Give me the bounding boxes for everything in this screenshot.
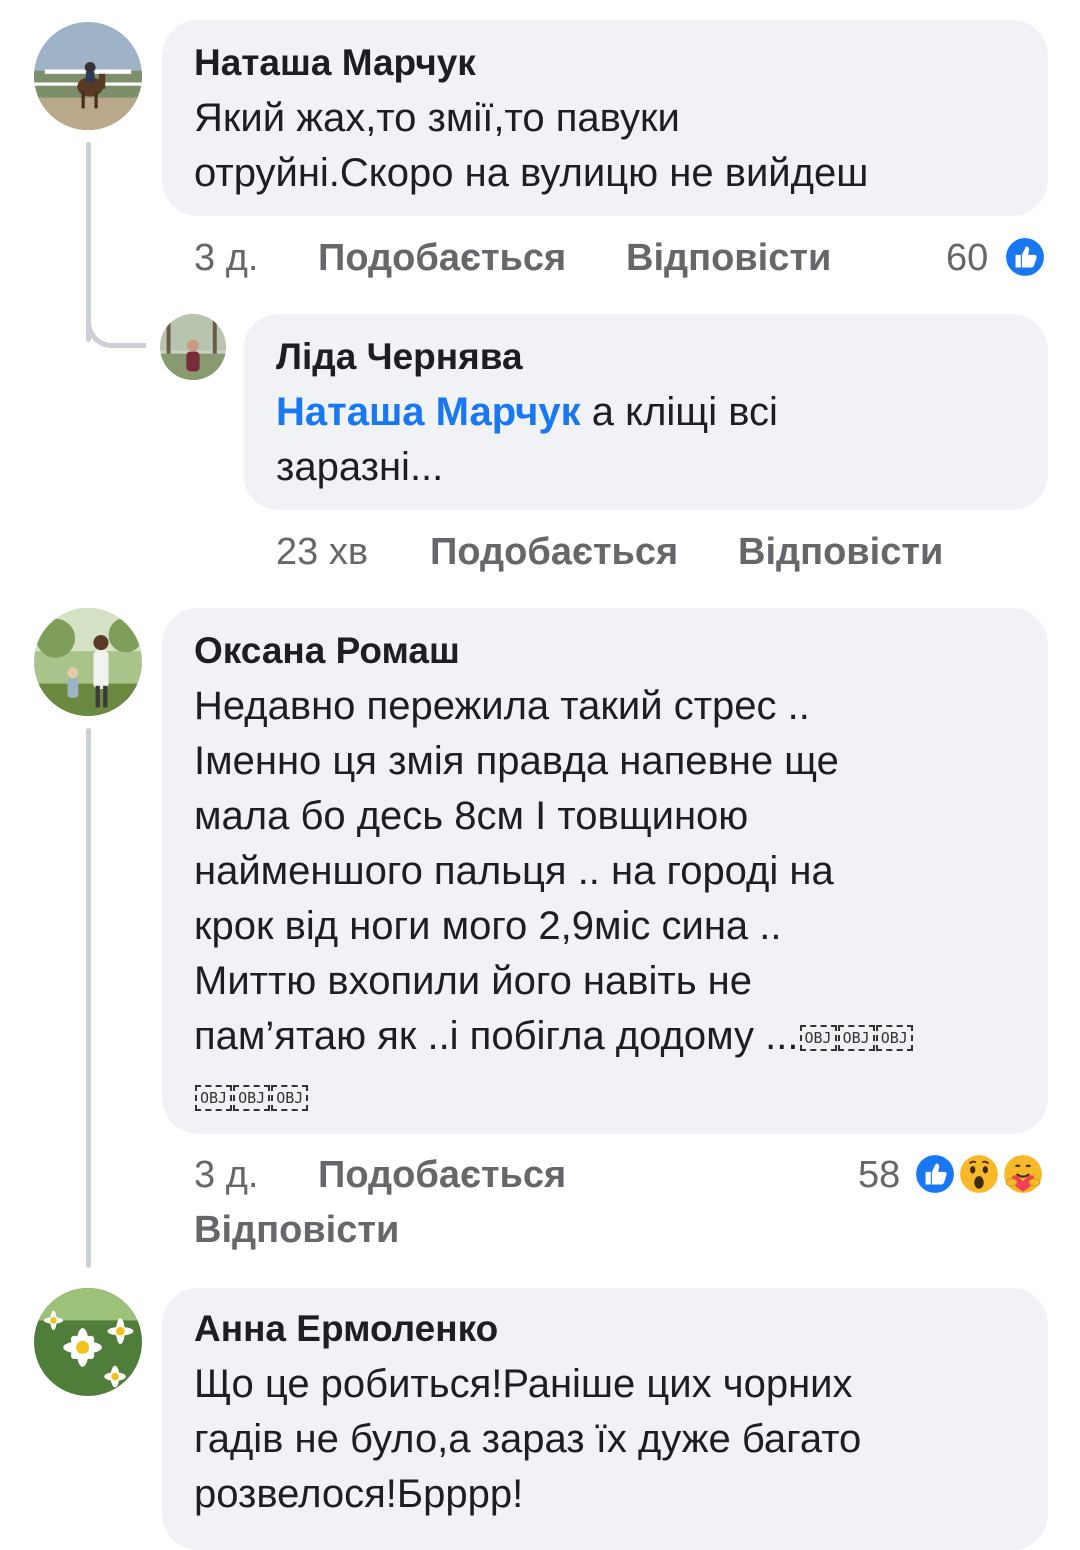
avatar-photo-daisies-icon bbox=[34, 1288, 142, 1396]
reaction-count[interactable]: 58 bbox=[858, 1154, 900, 1197]
like-button[interactable]: Подобається bbox=[318, 237, 566, 280]
comment-text-line: розвелося!Брррр! bbox=[194, 1472, 524, 1516]
avatar[interactable] bbox=[34, 1288, 142, 1396]
reply-button[interactable]: Відповісти bbox=[738, 531, 943, 574]
comment-text-line: Недавно пережила такий стрес .. bbox=[194, 684, 810, 728]
like-button[interactable]: Подобається bbox=[318, 1154, 566, 1197]
reply-button[interactable]: Відповісти bbox=[626, 237, 831, 280]
comment-timestamp[interactable]: 3 д. bbox=[194, 237, 258, 280]
thread-connector-curve bbox=[86, 300, 146, 348]
avatar-photo-person-icon bbox=[160, 314, 226, 380]
like-icon[interactable] bbox=[914, 1153, 956, 1195]
comment-author[interactable]: Оксана Ромаш bbox=[194, 630, 460, 672]
comment-text-line: отруйні.Скоро на вулицю не вийдеш bbox=[194, 151, 869, 195]
avatar[interactable] bbox=[160, 314, 226, 380]
reaction-count[interactable]: 60 bbox=[946, 237, 988, 280]
comment-text-line: гадів не було,а зараз їх дуже багато bbox=[194, 1417, 862, 1461]
avatar[interactable] bbox=[34, 608, 142, 716]
comment-text-line: найменшого пальця .. на городі на bbox=[194, 849, 834, 893]
like-icon[interactable] bbox=[1004, 236, 1046, 278]
comment-text-line: пам’ятаю як ..і побігла додому ... OBJ OBJ… bbox=[194, 1014, 913, 1059]
comment-text-line: крок від ноги мого 2,9міс сина .. bbox=[194, 904, 782, 948]
comment-text-line: заразні... bbox=[276, 445, 444, 489]
comment-timestamp[interactable]: 23 хв bbox=[276, 531, 368, 574]
comment-text-line: мала бо десь 8см І товщиною bbox=[194, 794, 749, 838]
avatar-photo-horse-icon bbox=[34, 22, 142, 130]
like-button[interactable]: Подобається bbox=[430, 531, 678, 574]
unsupported-emoji-glyph: OBJ bbox=[271, 1085, 309, 1112]
comment-text-line: Що це робиться!Раніше цих чорних bbox=[194, 1362, 853, 1406]
comment-text: а кліщі всі bbox=[580, 390, 778, 434]
comment-text-line: Іменно ця змія правда напевне ще bbox=[194, 739, 839, 783]
avatar[interactable] bbox=[34, 22, 142, 130]
reply-button[interactable]: Відповісти bbox=[194, 1209, 399, 1252]
unsupported-emoji-glyph: OBJ bbox=[233, 1085, 271, 1112]
comment-text-line: Миттю вхопили його навіть не bbox=[194, 959, 753, 1003]
comment-text-line: OBJ OBJ OBJ bbox=[194, 1074, 309, 1119]
comment-text-line: Який жах,то змії,то павуки bbox=[194, 96, 680, 140]
comment-author[interactable]: Анна Ермоленко bbox=[194, 1308, 498, 1350]
unsupported-emoji-glyph: OBJ bbox=[195, 1085, 233, 1112]
avatar-photo-family-icon bbox=[34, 608, 142, 716]
comment-author[interactable]: Наташа Марчук bbox=[194, 42, 476, 84]
comment-author[interactable]: Ліда Чернява bbox=[276, 336, 523, 378]
thread-connector bbox=[86, 728, 91, 1268]
care-icon[interactable] bbox=[1002, 1153, 1044, 1195]
unsupported-emoji-glyph: OBJ bbox=[799, 1025, 837, 1052]
comment-text: пам’ятаю як ..і побігла додому ... bbox=[194, 1014, 799, 1058]
comment-text-line: Наташа Марчук а кліщі всі bbox=[276, 390, 778, 435]
wow-icon[interactable] bbox=[958, 1153, 1000, 1195]
mention-link[interactable]: Наташа Марчук bbox=[276, 390, 581, 434]
comment-timestamp[interactable]: 3 д. bbox=[194, 1154, 258, 1197]
unsupported-emoji-glyph: OBJ bbox=[837, 1025, 875, 1052]
unsupported-emoji-glyph: OBJ bbox=[875, 1025, 913, 1052]
